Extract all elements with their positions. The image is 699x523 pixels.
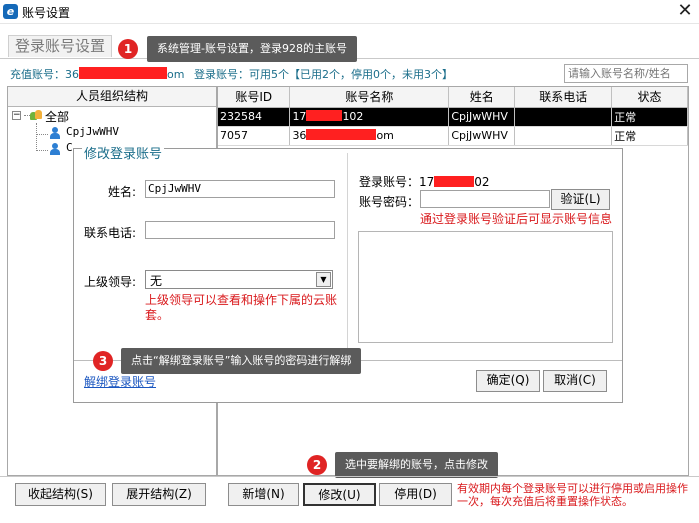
tree-node-label[interactable]: C [66, 141, 73, 154]
phone-label: 联系电话: [84, 226, 137, 240]
tree-connector [36, 150, 48, 151]
login-account-suffix: 02 [474, 175, 490, 189]
account-name-prefix: 17 [292, 110, 307, 123]
column-header[interactable]: 账号ID [218, 87, 291, 108]
column-divider [347, 153, 348, 353]
column-header[interactable]: 姓名 [448, 87, 516, 108]
chevron-down-icon[interactable]: ▼ [316, 272, 331, 287]
redaction-mark [434, 176, 475, 187]
login-summary: 登录账号：可用5个【已用2个，停用0个，未用3个】 [193, 68, 453, 81]
cell-account-name: 36 om [289, 126, 450, 146]
verify-button[interactable]: 验证(L) [551, 189, 610, 210]
user-icon [49, 143, 61, 156]
tree-root-label[interactable]: 全部 [45, 108, 69, 125]
cell-account-id: 7057 [218, 126, 291, 146]
cancel-button[interactable]: 取消(C) [543, 370, 607, 392]
leader-note: 上级领导可以查看和操作下属的云账套。 [145, 293, 338, 322]
tree-header: 人员组织结构 [8, 87, 216, 107]
tree-connector [36, 123, 37, 151]
table-row[interactable]: 232584 17 102 CpjJwWHV 正常 [218, 107, 688, 127]
modify-button[interactable]: 修改(U) [303, 483, 376, 506]
cell-status: 正常 [611, 107, 688, 127]
name-label: 姓名: [108, 185, 137, 199]
verify-note: 通过登录账号验证后可显示账号信息 [420, 212, 613, 226]
collapse-toggle-icon[interactable]: − [12, 111, 21, 120]
tree-node-label[interactable]: CpjJwWHV [66, 125, 119, 138]
tab-login-account-settings[interactable]: 登录账号设置 [8, 35, 113, 57]
account-name-suffix: 102 [342, 110, 364, 123]
footer-divider [0, 476, 699, 477]
close-icon[interactable]: ✕ [674, 1, 696, 21]
callout-badge-2: 2 [307, 455, 327, 475]
account-info-box [358, 231, 613, 343]
add-button[interactable]: 新增(N) [228, 483, 299, 506]
password-label: 账号密码： [359, 195, 420, 209]
account-name-prefix: 36 [292, 129, 307, 142]
login-account-prefix: 17 [419, 175, 435, 189]
cell-phone [514, 107, 613, 127]
footer-note: 有效期内每个登录账号可以进行停用或启用操作一次，每次充值后将重置操作状态。 [457, 482, 688, 508]
search-input[interactable] [564, 64, 688, 83]
callout-3: 点击“解绑登录账号”输入账号的密码进行解绑 [121, 348, 362, 374]
login-account-label-text: 登录账号： [359, 175, 420, 189]
tree-connector [36, 134, 48, 135]
callout-badge-3: 3 [93, 351, 113, 371]
cell-status: 正常 [611, 126, 688, 146]
account-info-row: 充值账号：36 om 登录账号：可用5个【已用2个，停用0个，未用3个】 [10, 66, 453, 82]
group-icon [30, 109, 42, 121]
account-name-suffix: om [376, 129, 394, 142]
app-logo-icon: e [3, 4, 18, 19]
redaction-mark [79, 67, 167, 79]
callout-2: 选中要解绑的账号，点击修改 [335, 452, 498, 478]
recharge-account-prefix: 36 [65, 68, 79, 81]
cell-person-name: CpjJwWHV [448, 126, 516, 146]
title-bar: e 账号设置 ✕ [0, 0, 699, 24]
login-account-label: 登录账号：17 02 [359, 173, 490, 190]
table-row[interactable]: 7057 36 om CpjJwWHV 正常 [218, 126, 688, 146]
column-header[interactable]: 联系电话 [514, 87, 613, 108]
expand-structure-button[interactable]: 展开结构(Z) [112, 483, 206, 506]
cell-account-id: 232584 [218, 107, 291, 127]
password-field[interactable] [420, 190, 550, 208]
callout-badge-1: 1 [118, 39, 138, 59]
account-table: 账号ID 账号名称 姓名 联系电话 状态 232584 17 102 CpjJwW… [218, 87, 688, 146]
dialog-title: 修改登录账号 [82, 143, 165, 162]
cell-person-name: CpjJwWHV [448, 107, 516, 127]
ok-button[interactable]: 确定(Q) [476, 370, 540, 392]
leader-selected-value: 无 [150, 274, 163, 288]
cell-account-name: 17 102 [289, 107, 450, 127]
collapse-structure-button[interactable]: 收起结构(S) [15, 483, 106, 506]
leader-label: 上级领导: [84, 275, 137, 289]
column-header[interactable]: 状态 [611, 87, 688, 108]
user-icon [49, 127, 61, 140]
cell-phone [514, 126, 613, 146]
redaction-mark [306, 110, 343, 121]
phone-field[interactable] [145, 221, 335, 239]
window-title: 账号设置 [22, 6, 71, 20]
column-header[interactable]: 账号名称 [289, 87, 450, 108]
unbind-account-link[interactable]: 解绑登录账号 [84, 373, 156, 390]
name-field[interactable]: CpjJwWHV [145, 180, 335, 198]
recharge-label: 充值账号： [10, 68, 65, 81]
recharge-account-suffix: om [167, 68, 185, 81]
redaction-mark [306, 129, 377, 140]
disable-button[interactable]: 停用(D) [379, 483, 452, 506]
callout-1: 系统管理-账号设置，登录928的主账号 [147, 36, 357, 62]
leader-select[interactable]: 无 ▼ [145, 270, 333, 289]
